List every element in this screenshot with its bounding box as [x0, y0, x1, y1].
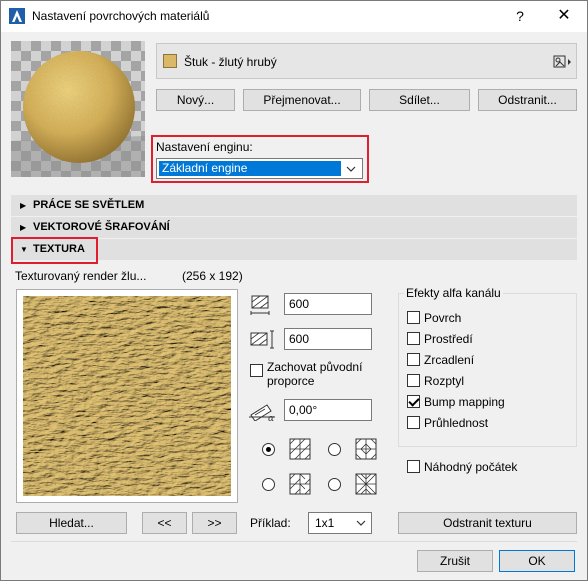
- texture-width-input[interactable]: 600: [284, 293, 372, 315]
- example-value: 1x1: [315, 516, 335, 530]
- alpha-transparency-label: Průhlednost: [424, 416, 489, 430]
- help-button[interactable]: ?: [505, 6, 535, 26]
- keep-ratio-checkbox[interactable]: [250, 364, 263, 377]
- texture-angle-input[interactable]: 0,00°: [284, 399, 372, 421]
- random-origin-label: Náhodný počátek: [424, 460, 518, 474]
- mirror-none-icon: [289, 438, 311, 460]
- mirror-option-4-radio[interactable]: [328, 478, 341, 491]
- section-light-label: PRÁCE SE SVĚTLEM: [33, 199, 145, 211]
- material-color-swatch: [163, 54, 177, 68]
- alpha-diffuse-label: Rozptyl: [424, 374, 465, 388]
- example-dropdown[interactable]: 1x1: [308, 512, 372, 534]
- texture-highlight-frame: [11, 237, 98, 264]
- previous-texture-button[interactable]: <<: [142, 512, 187, 534]
- browse-texture-button[interactable]: Hledat...: [16, 512, 127, 534]
- material-selector[interactable]: Štuk - žlutý hrubý: [156, 43, 577, 79]
- expand-right-icon: ▶: [20, 223, 27, 232]
- share-material-button[interactable]: Sdílet...: [369, 89, 470, 111]
- alpha-ambient-checkbox[interactable]: [407, 332, 420, 345]
- mirror-x-icon: [355, 438, 377, 460]
- material-name: Štuk - žlutý hrubý: [184, 55, 277, 69]
- ok-button[interactable]: OK: [499, 550, 575, 572]
- texture-name: Texturovaný render žlu...: [15, 269, 147, 283]
- section-hatching[interactable]: ▶ VEKTOROVÉ ŠRAFOVÁNÍ: [11, 217, 577, 238]
- new-material-button[interactable]: Nový...: [156, 89, 235, 111]
- chevron-down-icon: [356, 520, 366, 526]
- material-picker-icon[interactable]: [553, 55, 573, 69]
- section-hatching-label: VEKTOROVÉ ŠRAFOVÁNÍ: [33, 221, 170, 233]
- alpha-diffuse-checkbox[interactable]: [407, 374, 420, 387]
- texture-size: (256 x 192): [182, 269, 243, 283]
- cancel-button[interactable]: Zrušit: [417, 550, 493, 572]
- alpha-ambient-label: Prostředí: [424, 332, 473, 346]
- chevron-down-icon: [346, 166, 356, 172]
- material-preview: [11, 41, 145, 177]
- alpha-bump-checkbox[interactable]: [407, 395, 420, 408]
- example-label: Příklad:: [250, 516, 291, 530]
- alpha-transparency-checkbox[interactable]: [407, 416, 420, 429]
- random-origin-checkbox[interactable]: [407, 460, 420, 473]
- alpha-bump-label: Bump mapping: [424, 395, 505, 409]
- delete-material-button[interactable]: Odstranit...: [478, 89, 577, 111]
- texture-preview-frame: [16, 289, 238, 503]
- next-texture-button[interactable]: >>: [192, 512, 237, 534]
- dialog-window: Nastavení povrchových materiálů ? ✕ Štuk…: [0, 0, 588, 581]
- rename-material-button[interactable]: Přejmenovat...: [243, 89, 361, 111]
- section-light[interactable]: ▶ PRÁCE SE SVĚTLEM: [11, 195, 577, 216]
- mirror-option-1-radio[interactable]: [262, 443, 275, 456]
- texture-height-icon: [250, 330, 274, 349]
- mirror-option-3-radio[interactable]: [262, 478, 275, 491]
- close-button[interactable]: ✕: [549, 6, 579, 26]
- preview-sphere-image: [11, 41, 145, 177]
- window-title: Nastavení povrchových materiálů: [32, 9, 210, 23]
- engine-label: Nastavení enginu:: [156, 140, 253, 154]
- remove-texture-button[interactable]: Odstranit texturu: [398, 512, 577, 534]
- alpha-surface-checkbox[interactable]: [407, 311, 420, 324]
- expand-right-icon: ▶: [20, 201, 27, 210]
- texture-width-icon: [250, 295, 270, 315]
- bottom-separator: [11, 541, 577, 542]
- title-bar: Nastavení povrchových materiálů ? ✕: [1, 1, 587, 32]
- alpha-specular-label: Zrcadlení: [424, 353, 475, 367]
- alpha-effects-title: Efekty alfa kanálu: [404, 286, 503, 300]
- alpha-specular-checkbox[interactable]: [407, 353, 420, 366]
- svg-text:α: α: [268, 414, 274, 421]
- mirror-y-icon: [289, 473, 311, 495]
- engine-dropdown[interactable]: Základní engine: [156, 158, 363, 179]
- texture-height-input[interactable]: 600: [284, 328, 372, 350]
- texture-preview-image: [23, 296, 231, 496]
- engine-selected-value: Základní engine: [159, 161, 341, 176]
- keep-ratio-label: Zachovat původní proporce: [267, 360, 363, 388]
- alpha-surface-label: Povrch: [424, 311, 462, 325]
- mirror-xy-icon: [355, 473, 377, 495]
- texture-angle-icon: α: [249, 404, 275, 421]
- archicad-app-icon: [9, 8, 25, 24]
- mirror-option-2-radio[interactable]: [328, 443, 341, 456]
